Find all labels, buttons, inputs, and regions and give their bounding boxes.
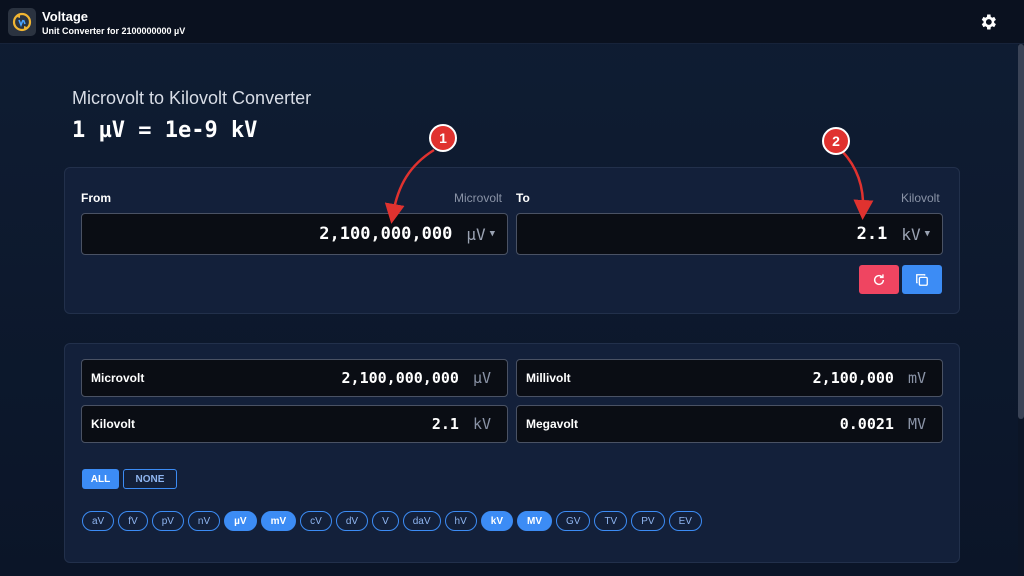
to-label: To (516, 191, 530, 205)
to-unit-select[interactable]: kV ▼ (901, 225, 930, 244)
result-unit-name: Megavolt (526, 417, 579, 431)
select-all-button[interactable]: ALL (82, 469, 119, 489)
result-unit-symbol: µV (472, 369, 491, 387)
unit-chip[interactable]: EV (668, 511, 702, 531)
app-header: Voltage Unit Converter for 2100000000 µV (0, 0, 1024, 44)
result-value: 2,100,000 (812, 369, 894, 387)
result-row-kilovolt[interactable]: Kilovolt 2.1 kV (81, 405, 508, 443)
result-unit-name: Millivolt (526, 371, 571, 385)
from-label: From (81, 191, 111, 205)
select-none-button[interactable]: NONE (123, 469, 177, 489)
to-value: 2.1 (856, 224, 888, 244)
result-value: 2.1 (431, 415, 459, 433)
chevron-down-icon: ▼ (489, 229, 495, 239)
result-row-microvolt[interactable]: Microvolt 2,100,000,000 µV (81, 359, 508, 397)
unit-chip[interactable]: mV (260, 511, 297, 531)
app-subtitle: Unit Converter for 2100000000 µV (42, 26, 186, 36)
unit-chip[interactable]: dV (335, 511, 369, 531)
conversion-formula: 1 µV = 1e-9 kV (72, 118, 258, 143)
to-value-input[interactable]: 2.1 kV ▼ (516, 213, 943, 255)
annotation-badge-2: 2 (822, 127, 850, 155)
settings-button[interactable] (976, 10, 1000, 34)
result-unit-symbol: mV (907, 369, 926, 387)
annotation-badge-1: 1 (429, 124, 457, 152)
result-unit-symbol: kV (472, 415, 491, 433)
result-unit-symbol: MV (907, 415, 926, 433)
unit-chip[interactable]: nV (187, 511, 221, 531)
scrollbar-thumb[interactable] (1018, 44, 1024, 419)
gear-icon (981, 14, 996, 30)
result-row-megavolt[interactable]: Megavolt 0.0021 MV (516, 405, 943, 443)
reset-button[interactable] (859, 265, 899, 294)
copy-button[interactable] (902, 265, 942, 294)
from-unit-name: Microvolt (454, 191, 503, 205)
to-unit-symbol: kV (901, 224, 921, 244)
result-unit-name: Kilovolt (91, 417, 135, 431)
result-value: 2,100,000,000 (341, 369, 459, 387)
unit-chip[interactable]: daV (402, 511, 441, 531)
copy-icon (916, 273, 928, 286)
unit-chip[interactable]: TV (594, 511, 628, 531)
page-title: Microvolt to Kilovolt Converter (72, 88, 312, 108)
unit-chip[interactable]: MV (517, 511, 552, 531)
refresh-icon (873, 273, 885, 285)
unit-chip[interactable]: PV (631, 511, 665, 531)
to-unit-name: Kilovolt (901, 191, 940, 205)
unit-filter-chips: aV fV pV nV µV mV cV dV VdaV hV kV MV GV TV PV EV (82, 511, 702, 531)
result-unit-name: Microvolt (91, 371, 145, 385)
unit-chip[interactable]: aV (82, 511, 115, 531)
unit-chip[interactable]: cV (300, 511, 332, 531)
from-value: 2,100,000,000 (319, 224, 453, 244)
unit-chip[interactable]: V (372, 511, 399, 531)
from-unit-select[interactable]: µV ▼ (466, 225, 495, 244)
app-title: Voltage (42, 9, 88, 24)
unit-chip[interactable]: fV (118, 511, 148, 531)
from-value-input[interactable]: 2,100,000,000 µV ▼ (81, 213, 508, 255)
result-value: 0.0021 (839, 415, 894, 433)
unit-chip[interactable]: hV (444, 511, 477, 531)
unit-chip[interactable]: µV (224, 511, 257, 531)
unit-chip[interactable]: GV (556, 511, 591, 531)
unit-chip[interactable]: pV (151, 511, 184, 531)
from-unit-symbol: µV (466, 224, 486, 244)
unit-chip[interactable]: kV (480, 511, 513, 531)
app-logo-icon (8, 8, 36, 36)
result-row-millivolt[interactable]: Millivolt 2,100,000 mV (516, 359, 943, 397)
chevron-down-icon: ▼ (924, 229, 930, 239)
